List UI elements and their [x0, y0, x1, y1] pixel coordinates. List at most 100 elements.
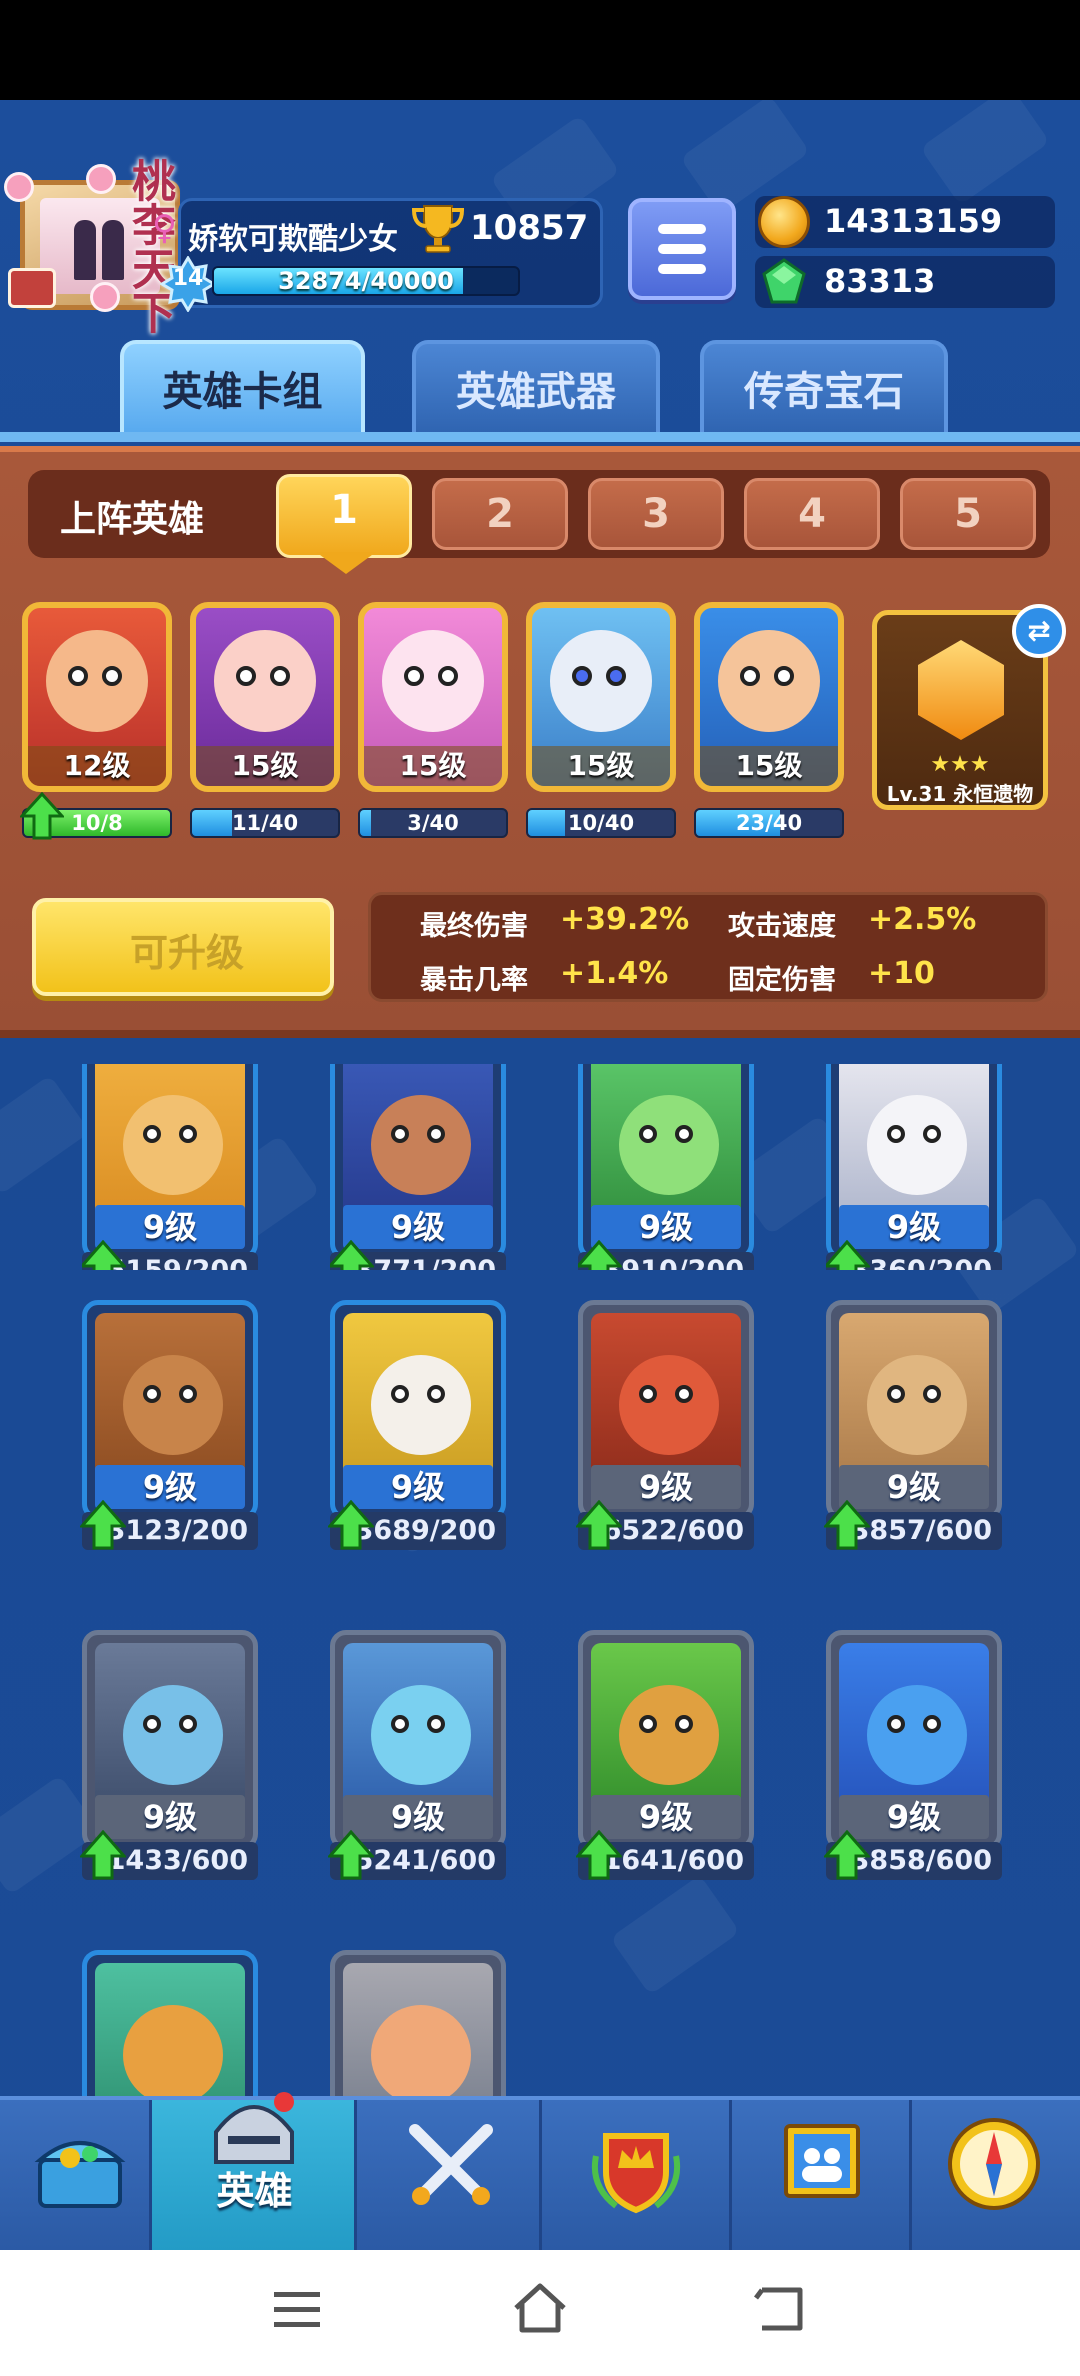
- coin-amount: 14313159: [824, 202, 1003, 240]
- coin-icon: [758, 196, 810, 248]
- trophy-count: 10857: [470, 208, 589, 248]
- tab-hero-deck[interactable]: 英雄卡组: [120, 340, 365, 436]
- deck-label: 上阵英雄: [60, 499, 205, 540]
- hero-card-frame: 9级: [578, 1064, 754, 1260]
- upgrade-arrow-icon: [576, 1500, 622, 1550]
- upgrade-arrow-icon: [824, 1500, 870, 1550]
- hero-level: 15级: [196, 746, 334, 786]
- nav-shop[interactable]: [0, 2100, 152, 2250]
- hero-level: 15级: [700, 746, 838, 786]
- deck-hero-card[interactable]: 15级: [358, 602, 508, 792]
- hero-card[interactable]: 9级 5241/600: [328, 1630, 506, 1880]
- hero-card[interactable]: 9级 3123/200: [80, 1300, 258, 1550]
- player-level: 14: [172, 266, 204, 291]
- nav-rank[interactable]: [542, 2100, 732, 2250]
- hero-card-frame: 9级: [826, 1064, 1002, 1260]
- guild-banner-icon: [784, 2124, 860, 2198]
- crown-shield-icon: [592, 2133, 680, 2214]
- stat-value: +1.4%: [560, 956, 669, 991]
- hero-card-frame: 9级: [82, 1064, 258, 1260]
- hero-card-frame: 9级: [82, 1630, 258, 1850]
- hero-card-frame: 9级: [578, 1630, 754, 1850]
- menu-icon: [658, 224, 706, 234]
- hero-card[interactable]: 9级3771/200: [330, 1064, 506, 1270]
- gem-amount: 83313: [824, 262, 936, 300]
- deck-hero-card[interactable]: 12级: [22, 602, 172, 792]
- menu-button[interactable]: [628, 198, 736, 300]
- home-icon[interactable]: [510, 2280, 570, 2336]
- deck-slot-1[interactable]: 1: [276, 474, 412, 558]
- swap-icon[interactable]: ⇄: [1012, 604, 1066, 658]
- stat-label: 暴击几率: [420, 965, 528, 996]
- book-stack-icon: [8, 268, 56, 308]
- nav-explore[interactable]: [912, 2100, 1080, 2250]
- hero-progress-text: 10/40: [567, 811, 635, 835]
- stat-label: 固定伤害: [728, 965, 836, 996]
- stat-value: +10: [868, 956, 935, 991]
- xp-text: 32874/40000: [278, 267, 454, 295]
- nav-guild[interactable]: [732, 2100, 912, 2250]
- tab-underline: [0, 432, 1080, 442]
- compass-icon: [948, 2118, 1040, 2210]
- relic-stars: ★★★: [930, 752, 990, 777]
- hero-progress-bar: 11/40: [190, 808, 340, 838]
- hero-progress-bar: 10/40: [526, 808, 676, 838]
- deck-slot-4[interactable]: 4: [744, 478, 880, 550]
- deck-hero-card[interactable]: 15级: [694, 602, 844, 792]
- nav-battle[interactable]: [357, 2100, 542, 2250]
- upgrade-arrow-icon: [328, 1500, 374, 1550]
- stat-label: 攻击速度: [728, 911, 836, 942]
- active-slot-pointer: [316, 552, 376, 574]
- flower-decoration: [4, 172, 34, 202]
- deck-hero-card[interactable]: 15级: [190, 602, 340, 792]
- hero-progress-bar: 3/40: [358, 808, 508, 838]
- hero-progress-text: 11/40: [231, 811, 299, 835]
- deck-slot-5[interactable]: 5: [900, 478, 1036, 550]
- female-gender-icon: ♀: [152, 208, 177, 248]
- hero-progress-text: 23/40: [735, 811, 803, 835]
- hero-card[interactable]: 9级3910/200: [578, 1064, 754, 1270]
- hero-card-frame: 9级: [578, 1300, 754, 1520]
- hero-card[interactable]: 9级5159/200: [82, 1064, 258, 1270]
- hero-progress-bar: 23/40: [694, 808, 844, 838]
- hero-level: 12级: [28, 746, 166, 786]
- hero-card-frame: 9级: [330, 1630, 506, 1850]
- deck-hero-card[interactable]: 15级: [526, 602, 676, 792]
- crossed-swords-icon: [409, 2124, 493, 2205]
- deck-slot-2[interactable]: 2: [432, 478, 568, 550]
- hero-card-frame: 9级: [82, 1300, 258, 1520]
- upgrade-arrow-icon: [576, 1830, 622, 1880]
- upgrade-button-label: 可升级: [130, 931, 245, 975]
- hero-card[interactable]: 9级 1641/600: [576, 1630, 754, 1880]
- hero-card[interactable]: 9级 3857/600: [824, 1300, 1002, 1550]
- menu-icon[interactable]: [272, 2288, 322, 2332]
- hero-card-frame: 9级: [330, 1064, 506, 1260]
- hero-card[interactable]: 9级 3689/200: [328, 1300, 506, 1550]
- relic-label: Lv.31 永恒遗物: [886, 782, 1034, 806]
- status-bar: [0, 0, 1080, 100]
- hero-level: 15级: [532, 746, 670, 786]
- trophy-icon: [411, 205, 465, 253]
- hero-level: 15级: [364, 746, 502, 786]
- upgrade-arrow-icon: [824, 1830, 870, 1880]
- upgrade-arrow-icon: [20, 792, 64, 840]
- upgrade-arrow-icon: [328, 1830, 374, 1880]
- upgrade-arrow-icon: [80, 1830, 126, 1880]
- hero-card[interactable]: 9级 3858/600: [824, 1630, 1002, 1880]
- nav-hero-label: 英雄: [216, 2169, 293, 2213]
- deck-slot-3[interactable]: 3: [588, 478, 724, 550]
- stat-label: 最终伤害: [420, 911, 528, 942]
- hero-card[interactable]: 9级3360/200: [826, 1064, 1002, 1270]
- player-name: 娇软可欺酷少女: [188, 222, 398, 257]
- stat-value: +2.5%: [868, 902, 977, 937]
- treasure-chest-icon: [34, 2141, 126, 2208]
- hero-card-frame: 9级: [826, 1630, 1002, 1850]
- hero-card-frame: 9级: [330, 1300, 506, 1520]
- hero-card[interactable]: 9级 1433/600: [80, 1630, 258, 1880]
- upgrade-arrow-icon: [80, 1500, 126, 1550]
- hero-card[interactable]: 9级 6522/600: [576, 1300, 754, 1550]
- back-icon[interactable]: [752, 2284, 808, 2334]
- tab-hero-weapon[interactable]: 英雄武器: [412, 340, 660, 436]
- hero-card-frame: 9级: [826, 1300, 1002, 1520]
- tab-legend-gem[interactable]: 传奇宝石: [700, 340, 948, 436]
